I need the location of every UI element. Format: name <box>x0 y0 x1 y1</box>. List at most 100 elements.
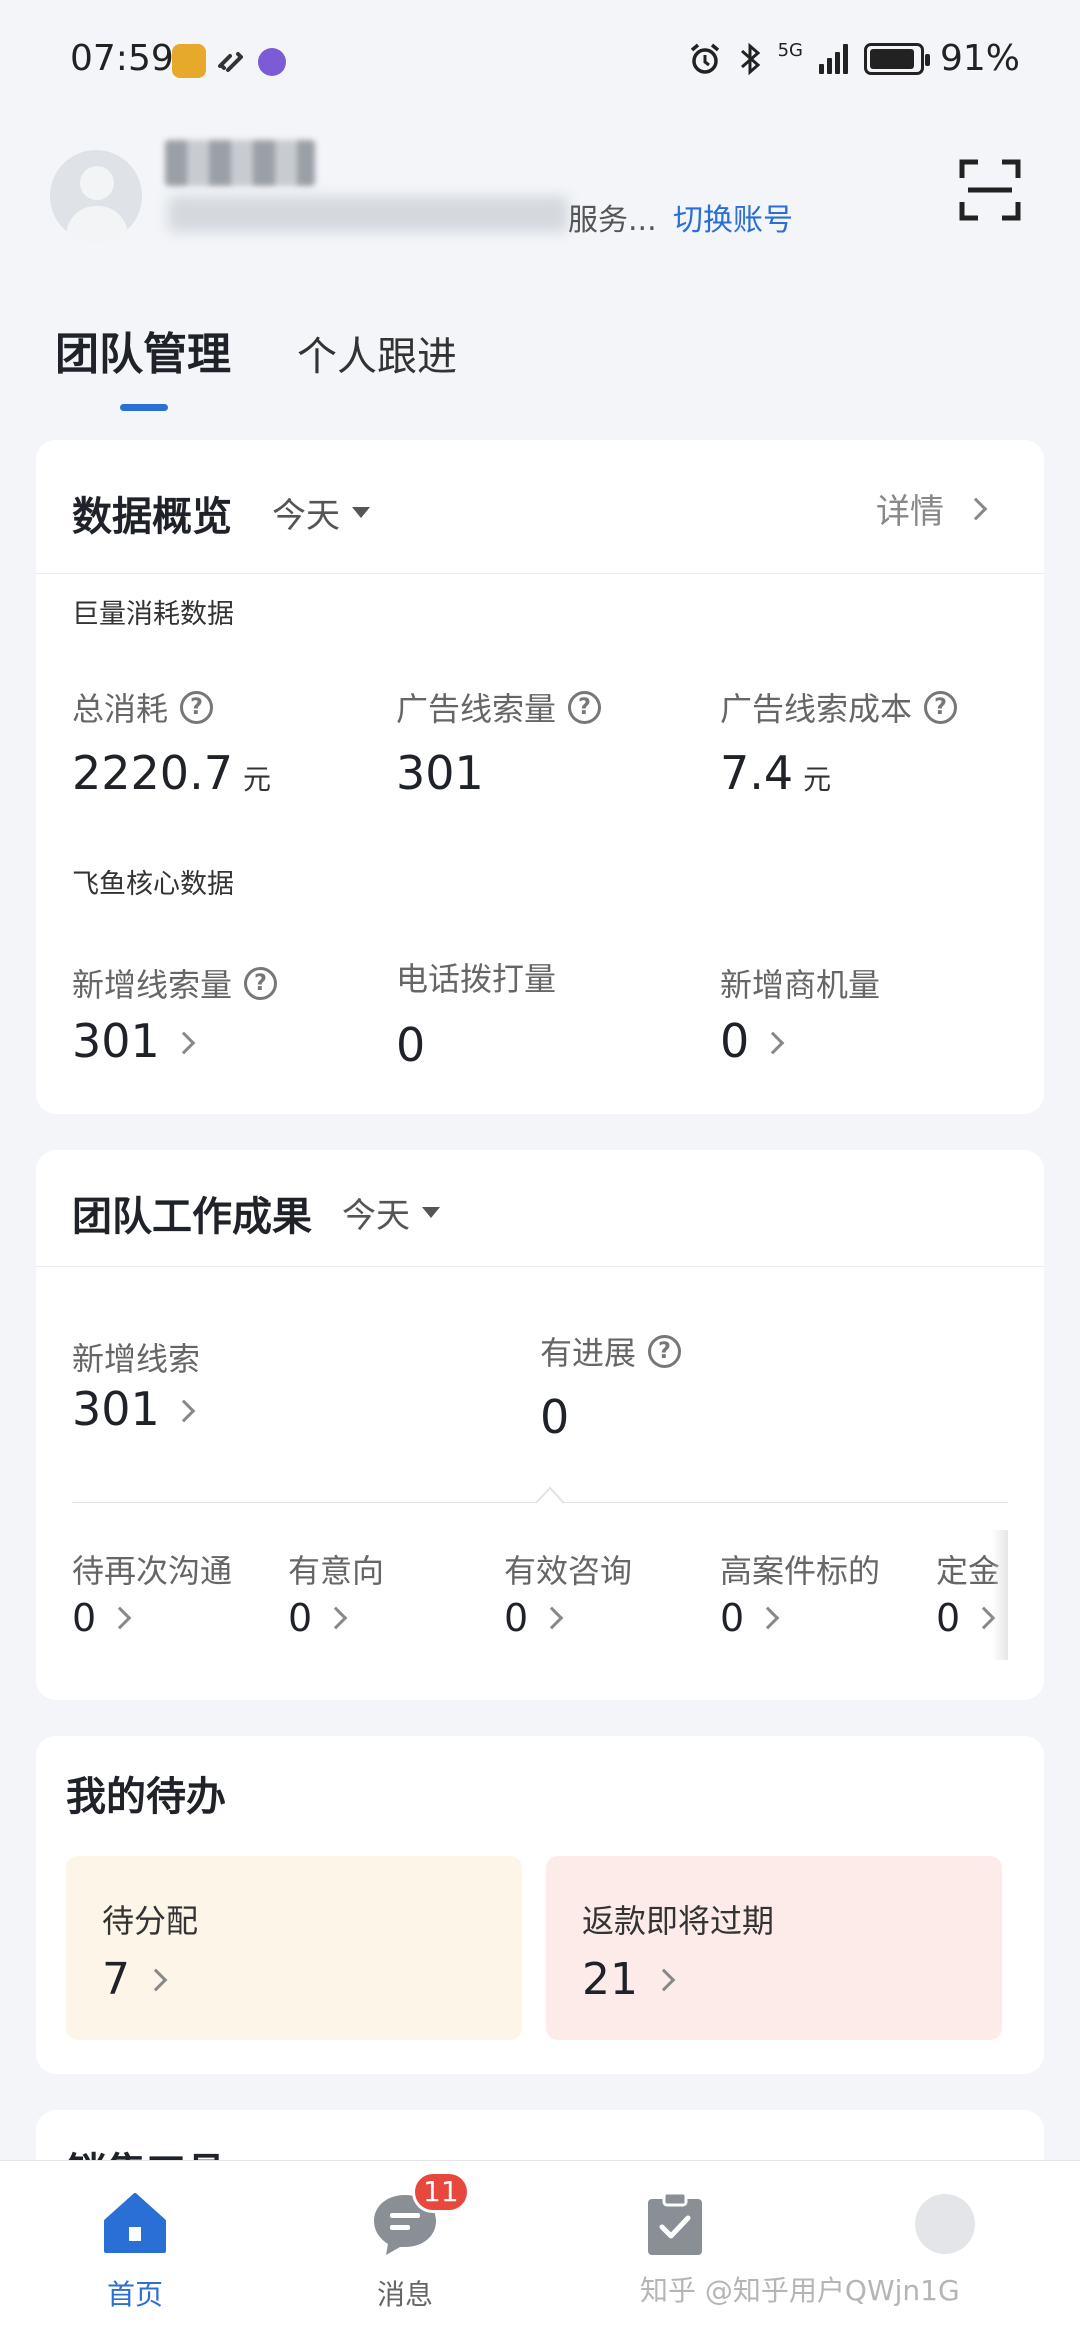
nav-tasks[interactable] <box>575 2189 775 2273</box>
new-leads-value[interactable]: 301 <box>72 1014 196 1068</box>
chevron-right-icon <box>172 1031 196 1055</box>
overview-range-select[interactable]: 今天 <box>272 488 370 537</box>
metric-value-text: 0 <box>540 1390 570 1444</box>
avatar[interactable] <box>50 150 142 242</box>
metric-label-text: 新增线索 <box>72 1340 201 1378</box>
help-icon[interactable]: ? <box>180 690 214 724</box>
overview-range-label: 今天 <box>272 496 340 536</box>
stage-label: 有意向 <box>288 1552 385 1590</box>
pointer-notch <box>536 1486 564 1504</box>
chevron-right-icon <box>964 497 988 520</box>
battery-percent: 91% <box>939 38 1020 79</box>
overview-card: 数据概览 今天 详情 巨量消耗数据 总消耗 ? 2220.7 元 广告线索量 ?… <box>36 440 1044 1114</box>
status-right: 5G 91% <box>688 38 1020 79</box>
watermark: 知乎 @知乎用户QWjn1G <box>640 2274 960 2307</box>
scroll-fade <box>992 1530 1008 1660</box>
metric-label-text: 新增线索量 <box>72 966 233 1004</box>
chevron-right-icon <box>324 1606 348 1630</box>
stage-value[interactable]: 0 <box>288 1596 348 1640</box>
new-clues-value[interactable]: 301 <box>72 1382 196 1436</box>
scan-icon[interactable] <box>958 158 1022 222</box>
signal-icon <box>818 43 848 74</box>
ad-lead-cost-label: 广告线索成本 ? <box>720 684 958 730</box>
team-results-card: 团队工作成果 今天 新增线索 301 有进展 ? 0 待再次沟通 0 有意向 0… <box>36 1150 1044 1700</box>
stage-value-text: 0 <box>720 1596 745 1640</box>
stage-label: 有效咨询 <box>504 1552 633 1590</box>
account-name-redacted <box>165 140 315 186</box>
stage-value[interactable]: 0 <box>72 1596 132 1640</box>
stage-value[interactable]: 0 <box>504 1596 564 1640</box>
help-icon[interactable]: ? <box>244 966 278 1000</box>
stage-value-text: 0 <box>936 1596 961 1640</box>
todo-refund-expiring[interactable]: 返款即将过期 21 <box>546 1856 1002 2040</box>
chevron-right-icon <box>540 1606 564 1630</box>
metric-value-text: 7.4 <box>720 746 794 800</box>
todo-value: 7 <box>102 1954 168 2005</box>
metric-unit: 元 <box>803 763 832 796</box>
help-icon[interactable]: ? <box>568 690 602 724</box>
tab-personal-followup[interactable]: 个人跟进 <box>297 324 457 382</box>
metric-value-text: 0 <box>720 1014 750 1068</box>
tab-team-management[interactable]: 团队管理 <box>55 318 231 382</box>
todo-title: 我的待办 <box>66 1774 226 1820</box>
detail-label: 详情 <box>876 492 944 532</box>
todo-value: 21 <box>582 1954 676 2005</box>
status-time: 07:59 <box>70 38 174 79</box>
ad-lead-cost-value: 7.4 元 <box>720 746 831 800</box>
team-results-range-select[interactable]: 今天 <box>342 1188 440 1237</box>
stage-scroll-clip[interactable]: 定金 0 <box>936 1530 1008 1660</box>
account-org-redacted <box>168 196 568 232</box>
home-icon <box>100 2189 170 2259</box>
nav-messages-label: 消息 <box>376 2278 433 2311</box>
metric-label-text: 广告线索量 <box>396 690 557 728</box>
help-icon[interactable]: ? <box>924 690 958 724</box>
stage-label: 定金 <box>936 1552 1001 1590</box>
metric-unit: 元 <box>242 763 271 796</box>
todo-label: 待分配 <box>102 1902 199 1940</box>
feiyu-section-label: 飞鱼核心数据 <box>72 869 234 900</box>
juliang-section-label: 巨量消耗数据 <box>72 599 234 630</box>
total-spend-value: 2220.7 元 <box>72 746 271 800</box>
metric-label-text: 总消耗 <box>72 690 169 728</box>
battery-icon <box>863 42 930 75</box>
nav-messages[interactable]: 消息 <box>305 2189 505 2313</box>
bluetooth-icon <box>740 42 760 75</box>
metric-value-text: 301 <box>72 1014 160 1068</box>
team-results-range-label: 今天 <box>342 1196 410 1236</box>
stage-value-text: 0 <box>72 1596 97 1640</box>
nav-home[interactable]: 首页 <box>35 2189 235 2313</box>
new-opportunities-value[interactable]: 0 <box>720 1014 785 1068</box>
metric-value-text: 301 <box>72 1382 160 1436</box>
divider <box>36 1266 1044 1267</box>
todo-pending-assign[interactable]: 待分配 7 <box>66 1856 522 2040</box>
ad-leads-value: 301 <box>396 746 484 800</box>
nav-more[interactable] <box>845 2189 1045 2273</box>
metric-label-text: 广告线索成本 <box>720 690 913 728</box>
metric-value-text: 301 <box>396 746 484 800</box>
stage-value[interactable]: 0 <box>720 1596 780 1640</box>
team-results-title: 团队工作成果 <box>72 1194 312 1240</box>
new-opportunities-label: 新增商机量 <box>720 960 880 1006</box>
new-clues-label: 新增线索 <box>72 1334 200 1380</box>
notification-link-icon <box>214 44 248 78</box>
nav-home-label: 首页 <box>106 2278 163 2311</box>
metric-value-text: 0 <box>396 1018 426 1072</box>
total-spend-label: 总消耗 ? <box>72 684 214 730</box>
ad-leads-label: 广告线索量 ? <box>396 684 602 730</box>
stage-value-text: 0 <box>504 1596 529 1640</box>
metric-label-text: 有进展 <box>540 1334 637 1372</box>
tab-active-indicator <box>120 404 168 411</box>
chevron-right-icon <box>761 1031 785 1055</box>
network-type: 5G <box>777 40 803 61</box>
chevron-right-icon <box>172 1399 196 1423</box>
help-icon[interactable]: ? <box>648 1334 682 1368</box>
metric-label-text: 新增商机量 <box>720 966 881 1004</box>
metric-value-text: 2220.7 <box>72 746 233 800</box>
call-count-value: 0 <box>396 1018 425 1072</box>
in-progress-label: 有进展 ? <box>540 1328 682 1374</box>
switch-account-link[interactable]: 切换账号 <box>673 195 793 239</box>
stage-value-text: 0 <box>288 1596 313 1640</box>
status-bar: 07:59 5G 91% <box>0 0 1080 130</box>
overview-detail-link[interactable]: 详情 <box>876 484 988 533</box>
clipboard-check-icon <box>640 2189 710 2259</box>
